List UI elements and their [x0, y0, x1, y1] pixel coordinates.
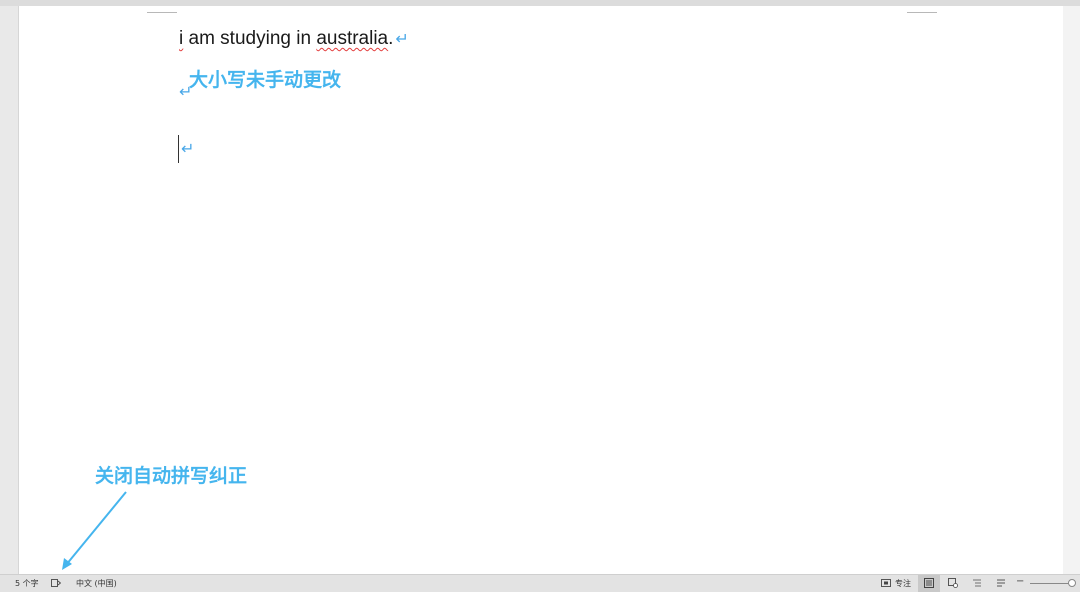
line1-middle-text: am studying in: [183, 28, 317, 49]
status-bar: 5 个字 中文 (中国) 专注 −: [0, 574, 1080, 592]
focus-mode-label[interactable]: 专注: [895, 578, 911, 589]
focus-icon[interactable]: [881, 578, 891, 588]
word-count[interactable]: 5 个字: [15, 578, 39, 589]
paragraph-mark-icon: ↵: [181, 141, 195, 158]
web-layout-icon[interactable]: [948, 578, 958, 588]
page-corner-mark-left: [147, 6, 177, 13]
print-layout-view-button[interactable]: [918, 575, 940, 592]
page-corner-mark-right: [907, 6, 937, 13]
proofing-icon[interactable]: [51, 578, 61, 588]
print-layout-icon: [924, 578, 934, 588]
line1-period: .: [388, 28, 394, 49]
draft-icon[interactable]: [996, 578, 1006, 588]
word-australia-misspelled[interactable]: australia: [316, 28, 388, 49]
paragraph-mark-icon: ↵: [395, 31, 409, 48]
document-line-1[interactable]: i am studying in australia. ↵: [179, 28, 409, 50]
zoom-slider-handle[interactable]: [1068, 579, 1076, 587]
language-indicator[interactable]: 中文 (中国): [76, 578, 117, 589]
vertical-scroll-area[interactable]: [1063, 6, 1080, 574]
annotation-disable-autocorrect: 关闭自动拼写纠正: [95, 465, 248, 487]
annotation-case-unchanged: 大小写未手动更改: [189, 69, 342, 91]
outline-icon[interactable]: [972, 578, 982, 588]
zoom-out-button[interactable]: −: [1016, 576, 1024, 587]
text-cursor: [178, 135, 179, 163]
document-page[interactable]: i am studying in australia. ↵ ↵ ↵: [18, 6, 1064, 574]
